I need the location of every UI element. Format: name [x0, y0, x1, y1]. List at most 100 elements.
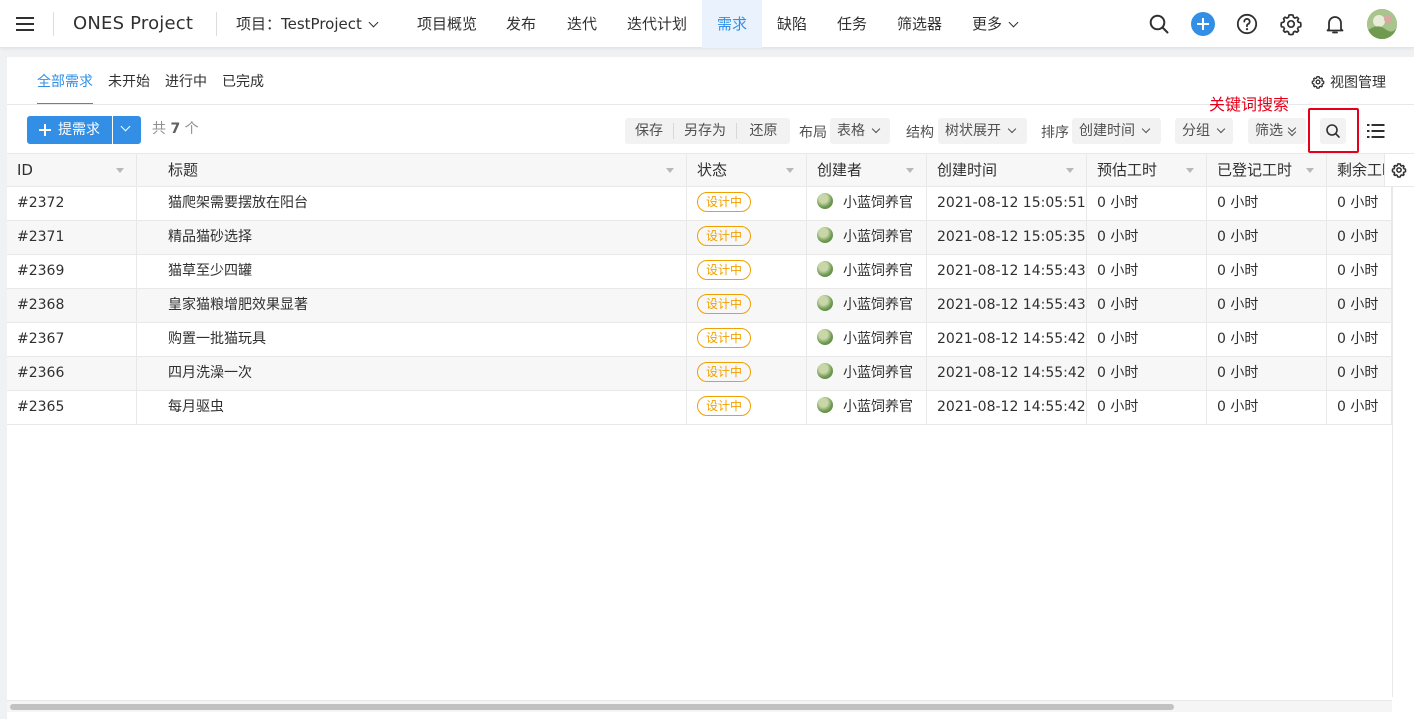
view-manage-label: 视图管理: [1330, 75, 1386, 91]
group-label: 分组: [1182, 123, 1210, 139]
help-icon[interactable]: [1235, 12, 1259, 36]
table-row[interactable]: #2366 四月洗澡一次 设计中 小蓝饲养官 2021-08-12 14:55:42 0 …: [7, 357, 1392, 391]
cell-title[interactable]: 皇家猫粮增肥效果显著: [137, 289, 687, 322]
cell-title[interactable]: 四月洗澡一次: [137, 357, 687, 390]
view-manage-button[interactable]: 视图管理: [1311, 72, 1386, 92]
nav-item-tasks[interactable]: 任务: [822, 0, 882, 48]
creator-name: 小蓝饲养官: [843, 229, 913, 245]
gear-icon[interactable]: [1279, 12, 1303, 36]
cell-logged: 0 小时: [1207, 391, 1327, 424]
bell-icon[interactable]: [1323, 12, 1347, 36]
cell-creator: 小蓝饲养官: [807, 391, 927, 424]
table-header: ID 标题 状态 创建者 创建时间 预估工时 已登记工时 剩余工时: [7, 153, 1392, 187]
structure-select[interactable]: 树状展开: [938, 118, 1027, 144]
horizontal-scrollbar[interactable]: [7, 700, 1392, 712]
cell-estimate: 0 小时: [1087, 187, 1207, 220]
table-row[interactable]: #2372 猫爬架需要摆放在阳台 设计中 小蓝饲养官 2021-08-12 15:05:…: [7, 187, 1392, 221]
status-badge[interactable]: 设计中: [697, 226, 752, 246]
tab-in-progress[interactable]: 进行中: [165, 71, 207, 103]
cell-remaining: 0 小时: [1327, 323, 1392, 356]
nav-item-more-label: 更多: [972, 15, 1003, 33]
restore-button[interactable]: 还原: [737, 118, 790, 144]
table-row[interactable]: #2369 猫草至少四罐 设计中 小蓝饲养官 2021-08-12 14:55:43 0 …: [7, 255, 1392, 289]
structure-value: 树状展开: [945, 123, 1001, 139]
create-dropdown-button[interactable]: [113, 116, 141, 144]
sort-caret-icon[interactable]: [1306, 168, 1314, 173]
cell-created-time: 2021-08-12 15:05:51: [927, 187, 1087, 220]
sort-caret-icon[interactable]: [906, 168, 914, 173]
tab-not-started[interactable]: 未开始: [108, 71, 150, 103]
scrollbar-thumb[interactable]: [10, 704, 1174, 710]
cell-status: 设计中: [687, 289, 807, 322]
column-header-id[interactable]: ID: [7, 154, 137, 187]
sort-caret-icon[interactable]: [1066, 168, 1074, 173]
cell-title[interactable]: 猫草至少四罐: [137, 255, 687, 288]
table-row[interactable]: #2365 每月驱虫 设计中 小蓝饲养官 2021-08-12 14:55:42 0 小时…: [7, 391, 1392, 425]
cell-estimate: 0 小时: [1087, 255, 1207, 288]
avatar: [817, 227, 833, 243]
sort-caret-icon[interactable]: [666, 168, 674, 173]
create-requirement-button[interactable]: 提需求: [27, 116, 112, 144]
tab-all-requirements[interactable]: 全部需求: [37, 71, 93, 105]
creator-name: 小蓝饲养官: [843, 195, 913, 211]
column-header-creator[interactable]: 创建者: [807, 154, 927, 187]
status-badge[interactable]: 设计中: [697, 294, 752, 314]
filter-button[interactable]: 筛选: [1248, 118, 1306, 144]
cell-created-time: 2021-08-12 15:05:35: [927, 221, 1087, 254]
cell-title[interactable]: 精品猫砂选择: [137, 221, 687, 254]
divider: [53, 12, 54, 36]
layout-select[interactable]: 表格: [830, 118, 890, 144]
status-badge[interactable]: 设计中: [697, 328, 752, 348]
sort-caret-icon[interactable]: [116, 168, 124, 173]
plus-icon[interactable]: [1191, 12, 1215, 36]
nav-item-sprint-plan[interactable]: 迭代计划: [612, 0, 702, 48]
table-row[interactable]: #2368 皇家猫粮增肥效果显著 设计中 小蓝饲养官 2021-08-12 14:55:…: [7, 289, 1392, 323]
column-settings-button[interactable]: [1384, 153, 1414, 187]
project-selector[interactable]: 项目：TestProject: [236, 13, 379, 35]
gear-icon: [1391, 163, 1407, 178]
column-header-title[interactable]: 标题: [137, 154, 687, 187]
nav-item-filters[interactable]: 筛选器: [882, 0, 957, 48]
search-icon[interactable]: [1147, 12, 1171, 36]
sort-caret-icon[interactable]: [786, 168, 794, 173]
cell-created-time: 2021-08-12 14:55:43: [927, 255, 1087, 288]
column-header-label: ID: [17, 161, 33, 179]
column-header-logged[interactable]: 已登记工时: [1207, 154, 1327, 187]
cell-title[interactable]: 每月驱虫: [137, 391, 687, 424]
nav-item-overview[interactable]: 项目概览: [402, 0, 492, 48]
save-button[interactable]: 保存: [625, 118, 673, 144]
avatar: [817, 397, 833, 413]
tab-completed[interactable]: 已完成: [222, 71, 264, 103]
status-badge[interactable]: 设计中: [697, 260, 752, 280]
table-row[interactable]: #2371 精品猫砂选择 设计中 小蓝饲养官 2021-08-12 15:05:35 0 …: [7, 221, 1392, 255]
nav-item-requirements[interactable]: 需求: [702, 0, 763, 48]
avatar[interactable]: [1367, 9, 1397, 39]
cell-logged: 0 小时: [1207, 187, 1327, 220]
sort-caret-icon[interactable]: [1186, 168, 1194, 173]
column-header-remaining[interactable]: 剩余工时: [1327, 154, 1384, 187]
cell-remaining: 0 小时: [1327, 255, 1392, 288]
nav-item-defects[interactable]: 缺陷: [762, 0, 822, 48]
menu-icon[interactable]: [16, 17, 34, 31]
status-badge[interactable]: 设计中: [697, 396, 752, 416]
cell-title[interactable]: 购置一批猫玩具: [137, 323, 687, 356]
list-view-icon[interactable]: [1365, 120, 1387, 142]
nav-item-release[interactable]: 发布: [491, 0, 551, 48]
column-header-estimate[interactable]: 预估工时: [1087, 154, 1207, 187]
column-header-status[interactable]: 状态: [687, 154, 807, 187]
nav-item-sprint[interactable]: 迭代: [552, 0, 612, 48]
nav-item-more[interactable]: 更多: [957, 0, 1032, 48]
status-badge[interactable]: 设计中: [697, 362, 752, 382]
table-row[interactable]: #2367 购置一批猫玩具 设计中 小蓝饲养官 2021-08-12 14:55:42 0…: [7, 323, 1392, 357]
chevron-down-icon: [1007, 124, 1017, 134]
cell-title[interactable]: 猫爬架需要摆放在阳台: [137, 187, 687, 220]
cell-creator: 小蓝饲养官: [807, 357, 927, 390]
sort-select[interactable]: 创建时间: [1072, 118, 1161, 144]
status-badge[interactable]: 设计中: [697, 192, 752, 212]
creator-name: 小蓝饲养官: [843, 263, 913, 279]
group-select[interactable]: 分组: [1175, 118, 1233, 144]
column-header-created-time[interactable]: 创建时间: [927, 154, 1087, 187]
divider: [1392, 187, 1393, 697]
save-as-button[interactable]: 另存为: [674, 118, 736, 144]
cell-status: 设计中: [687, 391, 807, 424]
